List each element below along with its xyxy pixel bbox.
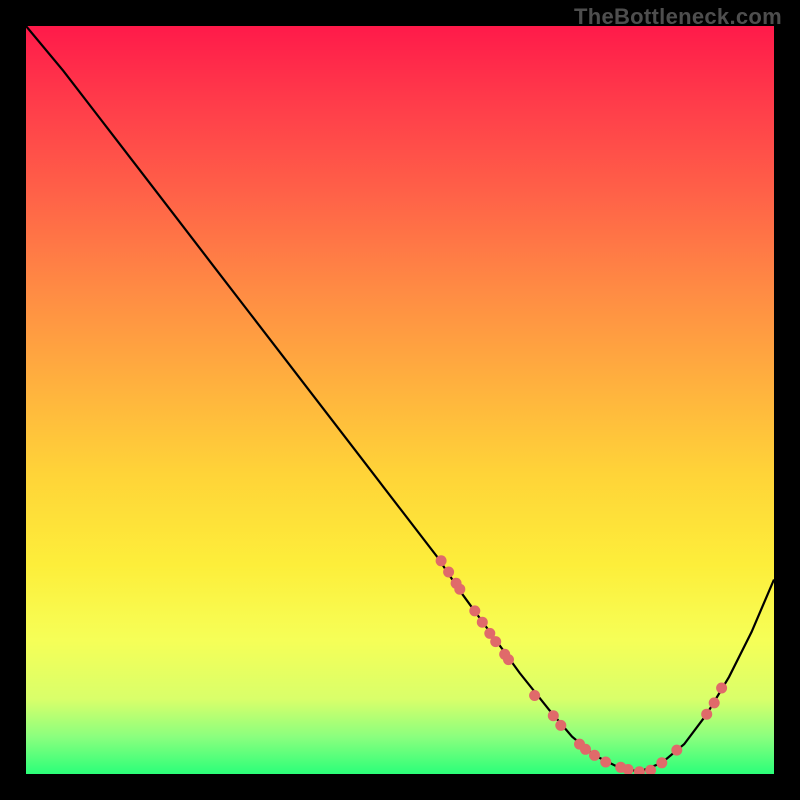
data-point (529, 690, 540, 701)
data-point (443, 567, 454, 578)
data-point (671, 745, 682, 756)
data-point (555, 720, 566, 731)
chart-svg (26, 26, 774, 774)
data-point (503, 654, 514, 665)
data-point (490, 636, 501, 647)
data-point (716, 683, 727, 694)
data-point (701, 709, 712, 720)
data-point (454, 584, 465, 595)
data-point (600, 757, 611, 768)
data-point (709, 697, 720, 708)
data-point (634, 766, 645, 774)
data-markers (436, 555, 727, 774)
data-point (469, 605, 480, 616)
data-point (548, 710, 559, 721)
data-point (589, 750, 600, 761)
data-point (477, 617, 488, 628)
data-point (580, 744, 591, 755)
curve-line (26, 26, 774, 772)
chart-container: TheBottleneck.com (0, 0, 800, 800)
data-point (436, 555, 447, 566)
data-point (656, 757, 667, 768)
